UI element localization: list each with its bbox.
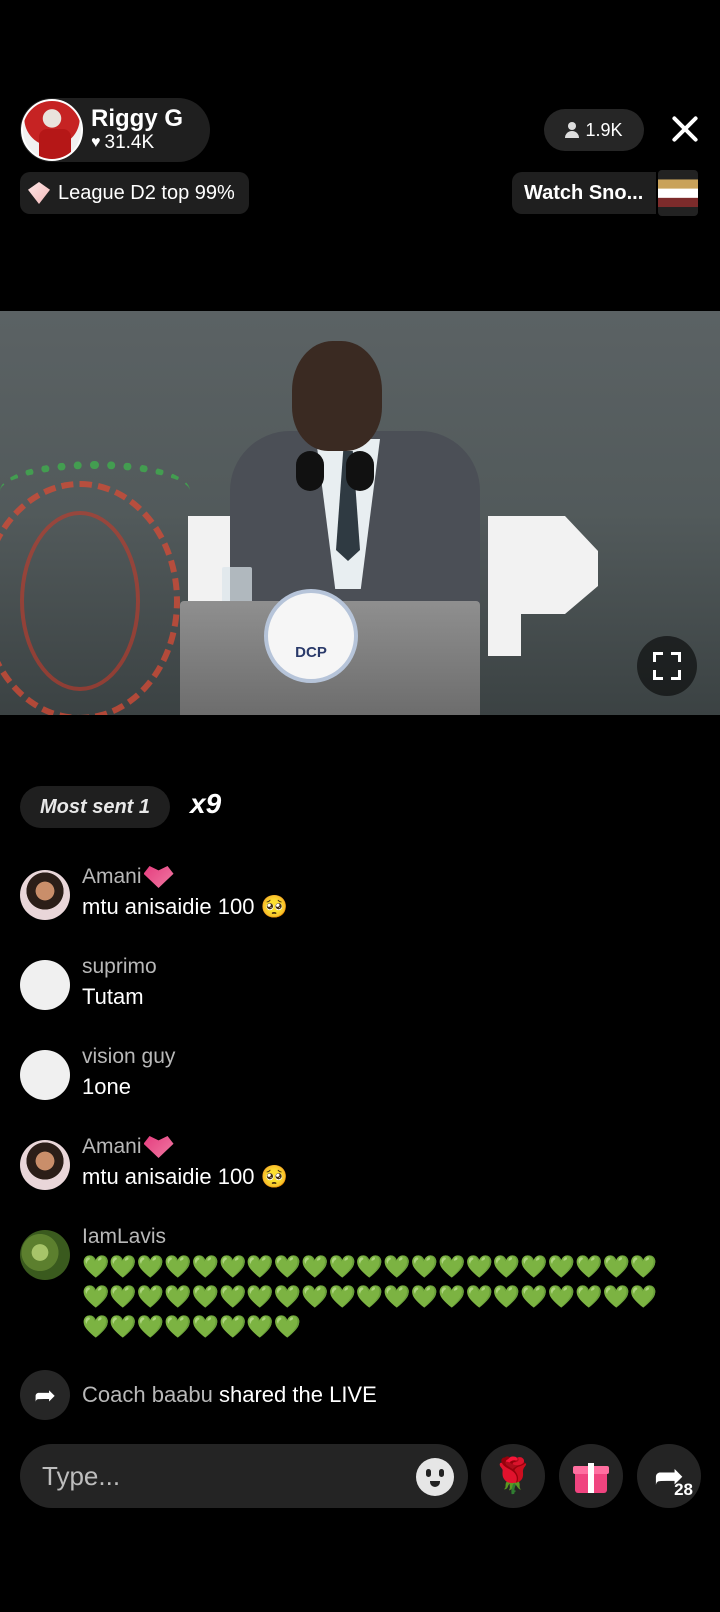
host-profile-pill[interactable]: Riggy G ♥ 31.4K [20,98,210,162]
watch-suggestion-button[interactable]: Watch Sno... [512,172,656,214]
share-event-text: Coach baabu shared the LIVE [82,1382,377,1407]
avatar[interactable] [20,960,70,1010]
rose-icon: 🌹 [491,1457,535,1495]
watch-label: Watch Sno... [524,181,644,204]
comment-username[interactable]: Amani [82,1132,288,1162]
speaker-head [292,341,382,451]
most-sent-label: Most sent 1 [40,795,151,818]
rose-gift-button[interactable]: 🌹 [481,1444,545,1508]
host-name: Riggy G [91,105,184,132]
party-seal: DCP [264,589,358,683]
avatar[interactable] [20,1050,70,1100]
comment-text: 1one [82,1074,131,1099]
watch-suggestion-thumbnail[interactable] [658,170,698,216]
host-avatar[interactable] [21,99,83,161]
comment-item[interactable]: suprimo Tutam [20,952,157,1012]
comment-username[interactable]: suprimo [82,952,157,982]
close-icon[interactable] [668,112,702,146]
avatar[interactable] [20,1140,70,1190]
viewer-count-button[interactable]: 1.9K [544,109,644,151]
comment-username[interactable]: IamLavis [82,1222,682,1252]
gift-icon [573,1459,609,1493]
comment-input[interactable]: Type... [20,1444,468,1508]
viewer-count: 1.9K [585,119,623,140]
diamond-icon [28,182,50,204]
video-bg-art [20,511,140,691]
emoji-icon[interactable] [416,1458,454,1496]
comment-username[interactable]: vision guy [82,1042,175,1072]
most-sent-badge[interactable]: Most sent 1 [20,786,171,828]
host-likes: ♥ 31.4K [91,132,183,154]
gift-multiplier: x9 [190,788,222,819]
comment-text: mtu anisaidie 100 🥺 [82,1164,288,1189]
share-icon: ➦ [20,1370,70,1420]
share-event: ➦ Coach baabu shared the LIVE [20,1370,377,1420]
league-label: League D2 top 99% [58,181,235,204]
share-count: 28 [674,1480,693,1499]
seal-text: DCP [295,644,327,661]
heart-icon: ♥ [91,134,101,151]
comment-username[interactable]: Amani [82,862,288,892]
microphone [346,451,374,491]
person-icon [565,122,580,138]
comment-text: mtu anisaidie 100 🥺 [82,894,288,919]
avatar[interactable] [20,870,70,920]
comment-item[interactable]: Amani mtu anisaidie 100 🥺 [20,1132,288,1192]
share-button[interactable]: ➦ 28 [637,1444,701,1508]
host-info: Riggy G ♥ 31.4K [91,106,183,154]
heart-ribbon-icon [143,1136,174,1158]
share-username[interactable]: Coach baabu [82,1382,213,1407]
host-likes-count: 31.4K [104,132,155,153]
microphone [296,451,324,491]
heart-ribbon-icon [143,866,174,888]
comment-item[interactable]: IamLavis 💚💚💚💚💚💚💚💚💚💚💚💚💚💚💚💚💚💚💚💚💚💚💚💚💚💚💚💚💚💚💚… [20,1222,682,1342]
comment-item[interactable]: Amani mtu anisaidie 100 🥺 [20,862,288,922]
avatar[interactable] [20,1230,70,1280]
comment-text: Tutam [82,984,144,1009]
fullscreen-icon [653,652,681,680]
comment-item[interactable]: vision guy 1one [20,1042,175,1102]
fullscreen-button[interactable] [637,636,697,696]
league-badge[interactable]: League D2 top 99% [20,172,249,214]
gift-button[interactable] [559,1444,623,1508]
comment-text: 💚💚💚💚💚💚💚💚💚💚💚💚💚💚💚💚💚💚💚💚💚💚💚💚💚💚💚💚💚💚💚💚💚💚💚💚💚💚💚💚… [82,1254,658,1339]
live-video[interactable]: DCP [0,311,720,715]
